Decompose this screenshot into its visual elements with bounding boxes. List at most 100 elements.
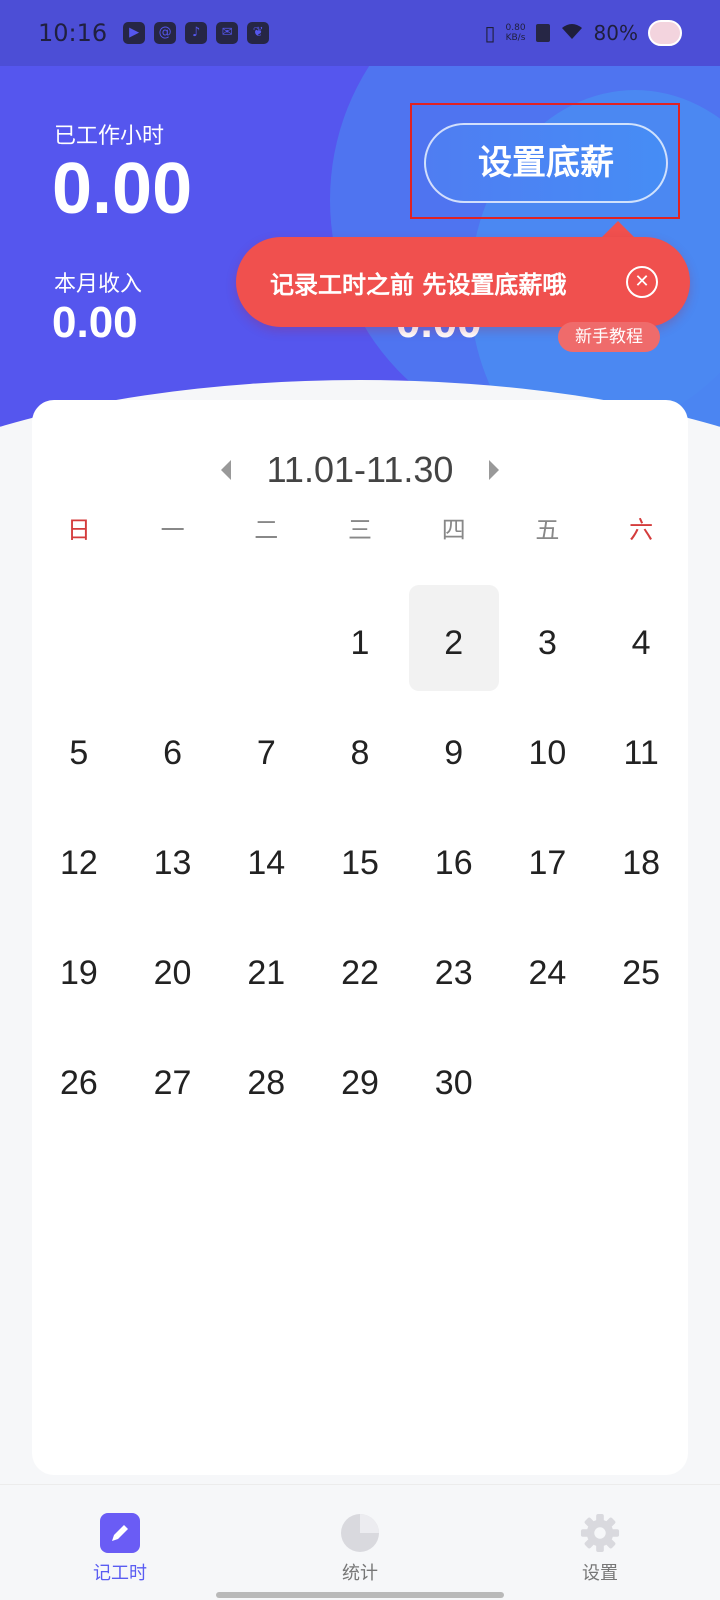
calendar-day[interactable]: 8 [313, 723, 407, 833]
calendar-empty-cell [501, 1053, 595, 1163]
calendar-empty-cell [32, 613, 126, 723]
nav-record-hours[interactable]: 记工时 [0, 1485, 240, 1600]
hours-value: 0.00 [52, 149, 193, 229]
weekday-thu: 四 [441, 516, 466, 544]
nav-label: 设置 [582, 1563, 618, 1584]
weekday-sun: 日 [66, 516, 91, 544]
calendar-day[interactable]: 13 [126, 833, 220, 943]
day-number: 2 [444, 624, 464, 662]
play-app-icon: ▶ [123, 22, 146, 44]
day-number: 29 [341, 1064, 379, 1102]
calendar-day[interactable]: 28 [219, 1053, 313, 1163]
close-icon[interactable]: ✕ [626, 266, 658, 298]
calendar-day[interactable]: 20 [126, 943, 220, 1053]
wifi-icon [560, 21, 584, 46]
day-number: 14 [247, 844, 286, 882]
bottom-nav: 记工时 统计 设置 [0, 1484, 720, 1600]
day-number: 5 [69, 734, 89, 772]
calendar-day[interactable]: 11 [594, 723, 688, 833]
day-number: 8 [350, 734, 370, 772]
calendar-day[interactable]: 6 [126, 723, 220, 833]
calendar-day[interactable]: 27 [126, 1053, 220, 1163]
calendar-day[interactable]: 17 [501, 833, 595, 943]
day-number: 6 [163, 734, 183, 772]
day-number: 7 [256, 734, 276, 772]
calendar-day[interactable]: 9 [407, 723, 501, 833]
calendar-days-grid: 1 2 3 4 5 6 7 8 9 10 11 12 13 14 15 16 17 18 19 20 21 22 23 24 2… [32, 585, 688, 1163]
weekday-sat: 六 [629, 516, 654, 544]
hours-label: 已工作小时 [54, 124, 165, 149]
weekday-fri: 五 [535, 516, 560, 544]
day-number: 13 [153, 844, 192, 882]
calendar-day[interactable]: 4 [594, 613, 688, 723]
nav-statistics[interactable]: 统计 [240, 1485, 480, 1600]
day-number: 3 [537, 624, 557, 662]
gear-icon [580, 1513, 620, 1553]
calendar-day[interactable]: 29 [313, 1053, 407, 1163]
tutorial-badge[interactable]: 新手教程 [558, 322, 660, 352]
income-label: 本月收入 [54, 272, 143, 297]
calendar-day[interactable]: 19 [32, 943, 126, 1053]
calendar-day[interactable]: 22 [313, 943, 407, 1053]
status-bar: 10:16 ▶ @ ♪ ✉ ❦ ▯ 0.80 KB/s 80% [0, 0, 720, 66]
calendar-day[interactable]: 23 [407, 943, 501, 1053]
tooltip-text: 记录工时之前 先设置底薪哦 [270, 270, 567, 299]
tooltip: 记录工时之前 先设置底薪哦 [236, 237, 690, 327]
calendar-day[interactable]: 24 [501, 943, 595, 1053]
day-number: 16 [434, 844, 473, 882]
day-number: 26 [59, 1064, 98, 1102]
income-value: 0.00 [52, 298, 138, 347]
set-base-salary-button[interactable]: 设置底薪 [424, 123, 668, 203]
calendar-day[interactable]: 18 [594, 833, 688, 943]
calendar-day[interactable]: 26 [32, 1053, 126, 1163]
calendar-day[interactable]: 21 [219, 943, 313, 1053]
tiktok-icon: ♪ [185, 22, 208, 44]
calendar-day[interactable]: 10 [501, 723, 595, 833]
month-navigator: 11.01-11.30 [32, 442, 688, 498]
calendar-day[interactable]: 12 [32, 833, 126, 943]
day-number: 23 [434, 954, 473, 992]
calendar-day[interactable]: 16 [407, 833, 501, 943]
pie-chart-icon [340, 1513, 380, 1553]
calendar-day[interactable]: 25 [594, 943, 688, 1053]
battery-percent: 80% [593, 21, 638, 45]
mail-app-icon: ✉ [216, 22, 239, 44]
calendar-day[interactable]: 3 [501, 613, 595, 723]
day-number: 18 [622, 844, 661, 882]
day-number: 22 [341, 954, 379, 992]
avatar-icon [648, 20, 682, 46]
day-number: 24 [528, 954, 567, 992]
calendar-day[interactable]: 1 [313, 613, 407, 723]
nav-label: 统计 [342, 1563, 378, 1584]
weekday-tue: 二 [254, 516, 279, 544]
weekday-header: 日 一 二 三 四 五 六 [32, 510, 688, 550]
calendar-empty-cell [594, 1053, 688, 1163]
day-number: 1 [350, 624, 370, 662]
day-number: 11 [623, 734, 659, 772]
prev-month-icon[interactable] [220, 460, 231, 480]
day-number: 21 [247, 954, 286, 992]
home-indicator [216, 1592, 504, 1598]
calendar-day[interactable]: 2 [407, 585, 501, 723]
calendar-day[interactable]: 30 [407, 1053, 501, 1163]
day-number: 17 [528, 844, 567, 882]
weekday-wed: 三 [347, 516, 372, 544]
calendar-day[interactable]: 14 [219, 833, 313, 943]
chat-app-icon: @ [154, 22, 177, 44]
day-number: 25 [622, 954, 661, 992]
day-number: 20 [153, 954, 192, 992]
calendar-card: 11.01-11.30 日 一 二 三 四 五 六 1 2 3 4 5 6 7 8 9 10 11 1… [32, 400, 688, 1475]
calendar-day[interactable]: 7 [219, 723, 313, 833]
calendar-empty-cell [219, 613, 313, 723]
day-number: 9 [444, 734, 464, 772]
nav-settings[interactable]: 设置 [480, 1485, 720, 1600]
vibrate-icon: ▯ [484, 21, 496, 45]
day-number: 12 [59, 844, 98, 882]
day-number: 27 [153, 1064, 192, 1102]
calendar-day[interactable]: 5 [32, 723, 126, 833]
nav-label: 记工时 [93, 1563, 147, 1584]
status-time: 10:16 [38, 19, 108, 47]
next-month-icon[interactable] [489, 460, 500, 480]
network-speed: 0.80 KB/s [505, 23, 526, 43]
calendar-day[interactable]: 15 [313, 833, 407, 943]
